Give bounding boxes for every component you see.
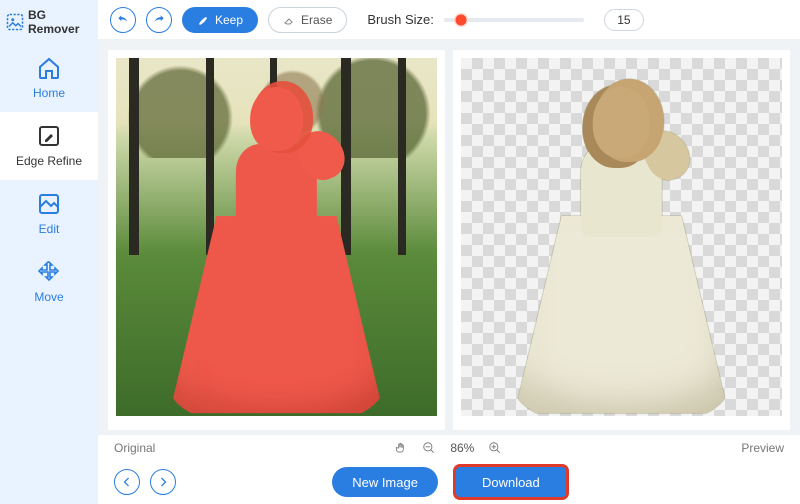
slider-knob[interactable]: [454, 13, 468, 27]
sidebar-item-edge-refine[interactable]: Edge Refine: [0, 112, 98, 180]
sidebar-item-edit[interactable]: Edit: [0, 180, 98, 248]
undo-button[interactable]: [110, 7, 136, 33]
edit-icon: [37, 192, 61, 216]
sidebar-item-label: Move: [34, 290, 63, 304]
brush-size-slider[interactable]: [444, 18, 584, 22]
undo-icon: [116, 13, 130, 27]
pan-icon[interactable]: [394, 441, 408, 455]
new-image-button[interactable]: New Image: [332, 467, 438, 497]
preview-panel[interactable]: [453, 50, 790, 430]
brush-size-label: Brush Size:: [367, 12, 433, 27]
download-label: Download: [482, 475, 540, 490]
new-image-label: New Image: [352, 475, 418, 490]
keep-button[interactable]: Keep: [182, 7, 258, 33]
sidebar-item-home[interactable]: Home: [0, 44, 98, 112]
chevron-right-icon: [157, 476, 169, 488]
erase-label: Erase: [301, 13, 332, 27]
sidebar-item-label: Home: [33, 86, 65, 100]
workspace: [98, 40, 800, 434]
sidebar-item-move[interactable]: Move: [0, 248, 98, 316]
preview-label: Preview: [741, 441, 784, 455]
original-panel[interactable]: [108, 50, 445, 430]
erase-button[interactable]: Erase: [268, 7, 347, 33]
zoom-percent: 86%: [450, 441, 474, 455]
app-logo: BG Remover: [0, 0, 98, 44]
status-bar: Original 86% Preview: [98, 434, 800, 460]
sidebar: BG Remover Home Edge Refine Edit Move: [0, 0, 98, 504]
zoom-in-icon[interactable]: [488, 441, 502, 455]
action-bar: New Image Download: [98, 460, 800, 504]
original-label: Original: [114, 441, 155, 455]
redo-button[interactable]: [146, 7, 172, 33]
app-title: BG Remover: [28, 8, 92, 36]
preview-image: [461, 58, 782, 416]
brush-size-value[interactable]: 15: [604, 9, 644, 31]
sidebar-item-label: Edit: [39, 222, 60, 236]
erase-icon: [283, 14, 295, 26]
zoom-out-icon[interactable]: [422, 441, 436, 455]
original-image: [116, 58, 437, 416]
sidebar-item-label: Edge Refine: [16, 154, 82, 168]
edge-refine-icon: [37, 124, 61, 148]
move-icon: [37, 260, 61, 284]
logo-icon: [6, 13, 24, 31]
prev-image-button[interactable]: [114, 469, 140, 495]
home-icon: [37, 56, 61, 80]
keep-label: Keep: [215, 13, 243, 27]
next-image-button[interactable]: [150, 469, 176, 495]
chevron-left-icon: [121, 476, 133, 488]
toolbar: Keep Erase Brush Size: 15: [98, 0, 800, 40]
main-area: Keep Erase Brush Size: 15: [98, 0, 800, 504]
redo-icon: [152, 13, 166, 27]
download-button[interactable]: Download: [456, 467, 566, 497]
keep-brush-icon: [197, 14, 209, 26]
